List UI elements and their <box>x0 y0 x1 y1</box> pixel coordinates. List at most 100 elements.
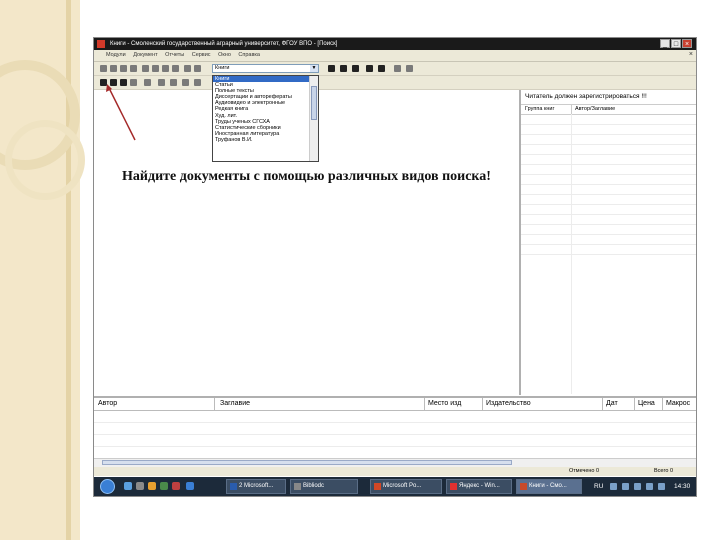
grid-line <box>521 214 696 215</box>
col-author[interactable]: Автор <box>98 398 117 410</box>
find-icon[interactable] <box>184 65 191 72</box>
maximize-button[interactable]: □ <box>671 39 681 48</box>
copy-icon[interactable] <box>120 65 127 72</box>
column-divider <box>571 105 572 114</box>
col-author-title[interactable]: Автор/Заглавие <box>575 105 615 114</box>
tray-icon[interactable] <box>658 483 665 490</box>
tray-icon[interactable] <box>622 483 629 490</box>
taskbar-button-word[interactable]: 2 Microsoft... <box>226 479 286 494</box>
menu-modules[interactable]: Модули <box>106 50 126 61</box>
refresh-icon[interactable] <box>110 65 117 72</box>
col-price[interactable]: Цена <box>638 398 655 410</box>
menu-help[interactable]: Справка <box>238 50 260 61</box>
menu-bar: Модули Документ Отчеты Сервис Окно Справ… <box>94 50 696 62</box>
dropdown-scroll-thumb[interactable] <box>311 86 317 120</box>
desktop-icon[interactable] <box>136 482 144 490</box>
stop-icon[interactable] <box>378 65 385 72</box>
binoculars-list-icon[interactable] <box>120 79 127 86</box>
app-quicklaunch-icon[interactable] <box>172 482 180 490</box>
horizontal-scrollbar[interactable] <box>94 458 696 467</box>
clock[interactable]: 14:30 <box>674 477 690 496</box>
slide-decoration <box>0 0 85 540</box>
menu-service[interactable]: Сервис <box>192 50 211 61</box>
next-icon[interactable] <box>194 79 201 86</box>
grid-line <box>521 144 696 145</box>
grid-line <box>521 174 696 175</box>
reader-panel-header: Группа книг Автор/Заглавие <box>521 104 696 115</box>
grid-line <box>521 124 696 125</box>
save-icon[interactable] <box>394 65 401 72</box>
column-divider <box>214 398 215 410</box>
grid-line <box>521 184 696 185</box>
grid-line <box>521 164 696 165</box>
column-divider <box>634 398 635 410</box>
volume-icon[interactable] <box>646 483 653 490</box>
search-type-dropdown[interactable]: Книги Статьи Полные тексты Диссертации и… <box>212 75 319 162</box>
taskbar-button-books[interactable]: Книги - Смо... <box>516 479 582 494</box>
start-button[interactable] <box>100 479 115 494</box>
settings-icon[interactable] <box>340 65 347 72</box>
browser-icon <box>450 483 457 490</box>
media-icon[interactable] <box>148 482 156 490</box>
print-icon[interactable] <box>172 65 179 72</box>
col-macros[interactable]: Макрос <box>666 398 690 410</box>
language-indicator[interactable]: RU <box>594 477 603 496</box>
col-date[interactable]: Дат <box>606 398 618 410</box>
chevron-down-icon[interactable]: ▼ <box>310 65 318 72</box>
app-icon <box>97 40 105 48</box>
tray-icon[interactable] <box>610 483 617 490</box>
dropdown-item-trufanov[interactable]: Труфанов В.И. <box>213 137 309 143</box>
grid-line <box>521 134 696 135</box>
col-title[interactable]: Заглавие <box>220 398 250 410</box>
horizontal-scroll-thumb[interactable] <box>102 460 512 465</box>
binoculars-icon[interactable] <box>100 79 107 86</box>
taskbar-button-powerpoint[interactable]: Microsoft Po... <box>370 479 442 494</box>
grid-line <box>521 204 696 205</box>
search-hint-text: Найдите документы с помощью различных ви… <box>122 169 491 184</box>
window-title: Книги - Смоленский государственный аграр… <box>110 41 338 47</box>
ie-icon[interactable] <box>124 482 132 490</box>
back-icon[interactable] <box>158 79 165 86</box>
tools-icon[interactable] <box>352 65 359 72</box>
arrow-down-icon[interactable] <box>328 65 335 72</box>
close-button[interactable]: × <box>682 39 692 48</box>
col-publisher[interactable]: Издательство <box>486 398 531 410</box>
menu-document[interactable]: Документ <box>133 50 157 61</box>
cut-icon[interactable] <box>152 65 159 72</box>
taskbar-button-yandex[interactable]: Яндекс - Win... <box>446 479 512 494</box>
menu-reports[interactable]: Отчеты <box>165 50 184 61</box>
filter-icon[interactable] <box>194 65 201 72</box>
paste-icon[interactable] <box>162 65 169 72</box>
grid-line <box>94 446 696 447</box>
new-icon[interactable] <box>100 65 107 72</box>
document-icon[interactable] <box>406 65 413 72</box>
grid-line <box>521 154 696 155</box>
app-quicklaunch-icon[interactable] <box>160 482 168 490</box>
search-type-combo[interactable]: Книги ▼ <box>212 64 319 73</box>
status-marked: Отмечено 0 <box>569 468 600 474</box>
taskbar-button-label: Яндекс - Win... <box>459 483 500 489</box>
app-window: Книги - Смоленский государственный аграр… <box>93 37 697 497</box>
chrome-icon[interactable] <box>186 482 194 490</box>
taskbar-button-bibliodc[interactable]: Bibliodc <box>290 479 358 494</box>
minimize-button[interactable]: _ <box>660 39 670 48</box>
search-toolbar <box>94 76 696 90</box>
clear-icon[interactable] <box>130 79 137 86</box>
binoculars-plus-icon[interactable] <box>110 79 117 86</box>
powerpoint-icon <box>374 483 381 490</box>
prev-icon[interactable] <box>182 79 189 86</box>
menu-window[interactable]: Окно <box>218 50 231 61</box>
edit-icon[interactable] <box>142 65 149 72</box>
network-icon[interactable] <box>634 483 641 490</box>
warning-icon[interactable] <box>366 65 373 72</box>
col-place[interactable]: Место изд <box>428 398 461 410</box>
forward-icon[interactable] <box>170 79 177 86</box>
grid-line <box>521 224 696 225</box>
register-notice: Читатель должен зарегистрироваться !!! <box>525 93 647 100</box>
sort-icon[interactable] <box>144 79 151 86</box>
reader-panel: Читатель должен зарегистрироваться !!! Г… <box>519 90 696 395</box>
mdi-close-icon[interactable]: × <box>689 51 693 59</box>
col-book-group[interactable]: Группа книг <box>525 105 554 114</box>
grid-line <box>521 254 696 255</box>
delete-icon[interactable] <box>130 65 137 72</box>
